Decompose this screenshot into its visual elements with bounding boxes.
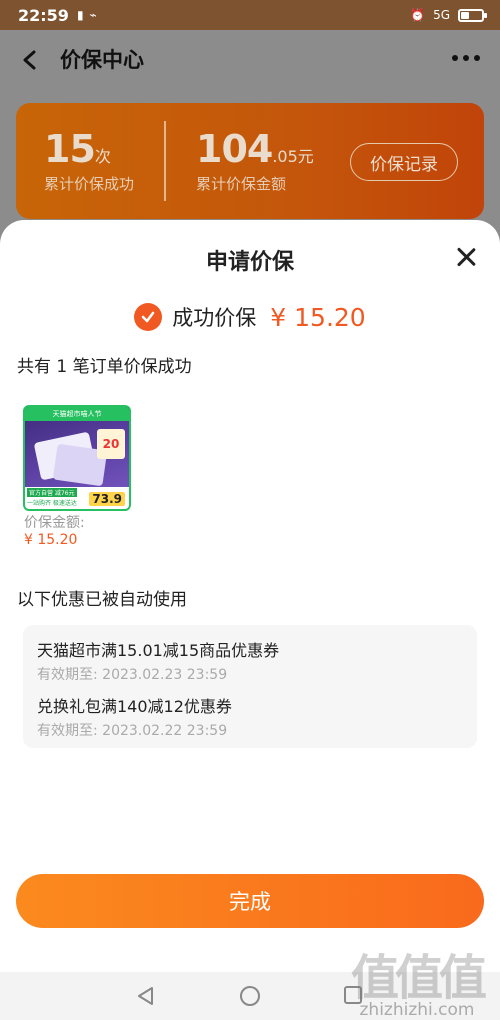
- watermark-url: zhizhizhi.com: [359, 1000, 475, 1020]
- coupons-heading: 以下优惠已被自动使用: [17, 590, 187, 610]
- more-icon[interactable]: [452, 55, 480, 61]
- watermark-logo: 值值值: [350, 950, 487, 1006]
- card-divider: [164, 121, 166, 201]
- nav-home-icon[interactable]: [240, 986, 260, 1006]
- refund-label: 价保金额:: [24, 515, 85, 531]
- total-amount: 104: [196, 127, 273, 171]
- success-text: 成功价保: [172, 306, 257, 330]
- total-amount-decimal: .05: [272, 147, 298, 166]
- success-unit: 次: [94, 147, 111, 166]
- record-button[interactable]: 价保记录: [350, 143, 458, 181]
- summary-card: 15次 累计价保成功 104.05元 累计价保金额 价保记录: [16, 103, 484, 219]
- product-tag: 官方自营 减76元: [27, 488, 77, 497]
- success-count-block: 15次 累计价保成功: [44, 127, 134, 194]
- check-icon: [134, 303, 163, 331]
- alarm-icon: ⏰: [410, 8, 426, 22]
- product-tag-secondary: 一站购齐 极速送达: [27, 500, 77, 507]
- back-arrow-icon[interactable]: [20, 50, 38, 70]
- coupon-list: 天猫超市满15.01减15商品优惠券 有效期至: 2023.02.23 23:5…: [23, 625, 477, 748]
- total-amount-block: 104.05元 累计价保金额: [196, 127, 314, 194]
- coupon-item: 天猫超市满15.01减15商品优惠券 有效期至: 2023.02.23 23:5…: [37, 637, 279, 684]
- product-banner: 天猫超市喵人节: [25, 407, 129, 421]
- done-button[interactable]: 完成: [16, 874, 484, 928]
- success-row: 成功价保 ¥ 15.20: [0, 302, 500, 332]
- lock-icon: ▮: [76, 8, 84, 22]
- total-label: 累计价保金额: [196, 175, 287, 193]
- success-amount: ¥ 15.20: [270, 302, 366, 332]
- coupon-name: 天猫超市满15.01减15商品优惠券: [37, 641, 280, 660]
- total-unit: 元: [297, 147, 314, 166]
- status-bar: 22:59 ▮ ⌁ ⏰ 5G: [0, 0, 500, 30]
- success-count: 15: [44, 127, 96, 171]
- success-label: 累计价保成功: [44, 175, 135, 193]
- coupon-expiry: 有效期至: 2023.02.22 23:59: [37, 723, 228, 739]
- sheet-title: 申请价保: [205, 250, 294, 275]
- apply-price-protection-sheet: 申请价保 成功价保 ¥ 15.20 共有 1 笔订单价保成功 天猫超市喵人节 2…: [0, 220, 500, 1020]
- status-right: ⏰ 5G: [410, 8, 487, 22]
- close-icon[interactable]: [456, 247, 476, 267]
- refund-value: ¥ 15.20: [24, 532, 78, 548]
- coupon-name: 兑换礼包满140减12优惠券: [37, 697, 232, 716]
- page-title: 价保中心: [60, 48, 144, 72]
- nav-back-icon[interactable]: [136, 986, 156, 1006]
- product-price: 73.9: [89, 492, 125, 506]
- coupon-item: 兑换礼包满140减12优惠券 有效期至: 2023.02.22 23:59: [37, 693, 232, 740]
- usb-icon: ⌁: [89, 8, 97, 22]
- signal-icon: 5G: [433, 8, 450, 22]
- status-notification-icons: ▮ ⌁: [77, 8, 97, 22]
- watermark: 值值值 zhizhizhi.com: [342, 938, 492, 1020]
- orders-count: 共有 1 笔订单价保成功: [17, 357, 192, 377]
- product-image[interactable]: 天猫超市喵人节 20 官方自营 减76元 一站购齐 极速送达 73.9: [23, 405, 131, 511]
- battery-icon: [458, 8, 487, 22]
- coupon-expiry: 有效期至: 2023.02.23 23:59: [37, 667, 228, 683]
- status-time: 22:59: [18, 5, 69, 25]
- product-badge: 20: [97, 429, 125, 459]
